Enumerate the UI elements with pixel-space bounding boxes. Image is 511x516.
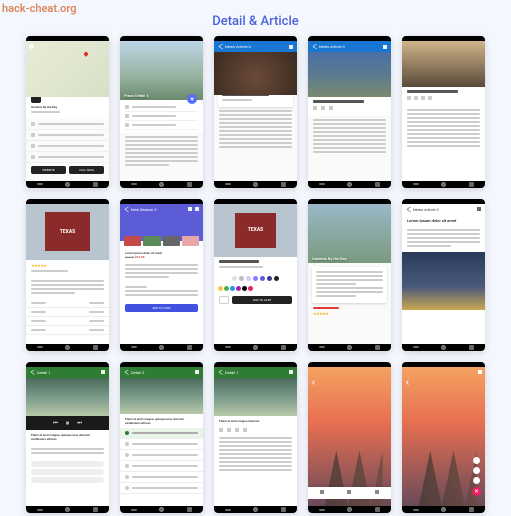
size-dots[interactable] [214,273,297,284]
size-dot[interactable] [246,276,251,281]
more-icon[interactable] [101,370,105,374]
share-icon[interactable] [329,106,333,110]
screen-detail-list[interactable]: Detail 2 Etiam et enim magna, quisque er… [120,362,203,514]
back-icon[interactable] [218,44,223,49]
size-dot[interactable] [260,276,265,281]
back-icon[interactable] [30,370,35,375]
back-icon[interactable] [124,207,129,212]
screen-article-cafe[interactable] [402,36,485,188]
screen-image-fabs[interactable]: ✕ [402,362,485,514]
qty-button[interactable] [219,296,229,304]
screen-article-split[interactable]: News Article 2 Lorem ipsum dolor sit ame… [402,199,485,351]
more-icon[interactable] [477,207,481,211]
size-dot[interactable] [239,276,244,281]
more-icon[interactable] [195,370,199,374]
player-controls[interactable]: ⏮⏸⏭ [26,416,109,430]
comment-icon[interactable] [321,106,325,110]
hero-caption: Place Detail 4 [124,93,149,98]
headline: Lorem ipsum dolor sit amet [407,218,480,224]
hero-caption: Gardens By the Bay [312,256,347,261]
back-icon[interactable] [124,370,129,375]
color-chip[interactable] [230,286,235,291]
add-to-cart-button[interactable]: ADD TO CART [125,304,198,312]
fab-action[interactable] [473,467,480,474]
back-icon[interactable] [29,44,34,49]
screen-product-purple[interactable]: New Season 2 Lorem ipsum dolor sit amet … [120,199,203,351]
heart-icon[interactable] [188,207,192,211]
add-to-cart-button[interactable]: ADD TO CART [232,296,292,304]
screen-place-card[interactable]: Gardens By the Bay ★★★★★ [308,199,391,351]
rating-stars: ★★★★★ [31,263,104,268]
size-dot[interactable] [267,276,272,281]
back-icon[interactable] [218,370,223,375]
appbar: News Article 4 [214,41,297,52]
watermark-text: hack-cheat.org [2,2,77,15]
color-chip[interactable] [248,286,253,291]
nav-item[interactable]: • [320,490,324,497]
article-headline: Etiam et enim magna, quisque eros doloru… [31,433,104,441]
fab-action[interactable] [473,477,480,484]
heart-icon[interactable] [313,106,317,110]
screen-image-bottombar[interactable]: • • • [308,362,391,514]
screen-place-map[interactable]: Gardens By the Bay WEBSITE CALL NOW [26,36,109,188]
screen-detail-player[interactable]: Detail 1 ⏮⏸⏭ Etiam et enim magna, quisqu… [26,362,109,514]
back-icon[interactable] [311,370,316,375]
back-icon[interactable] [312,44,317,49]
appbar: News Article 2 [402,204,485,215]
nav-item[interactable]: • [347,490,351,497]
back-icon[interactable] [405,370,410,375]
screen-article-trees[interactable]: News Article 3 [308,36,391,188]
action-row [313,106,386,110]
page-title: Detail & Article [212,14,298,29]
cart-icon[interactable] [195,207,199,211]
more-icon[interactable] [289,45,293,49]
fab-main[interactable]: ✕ [472,487,481,496]
color-chip[interactable] [218,286,223,291]
fab-action[interactable] [473,457,480,464]
place-title: Gardens By the Bay [31,105,104,109]
call-button[interactable]: CALL NOW [69,166,104,174]
screen-product-texas1[interactable]: TEXAS ★★★★★ [26,199,109,351]
more-icon[interactable] [383,45,387,49]
screen-article-coffee[interactable]: News Article 4 [214,36,297,188]
appbar: News Article 3 [308,41,391,52]
bottom-nav: • • • [308,487,391,499]
screen-detail-stats[interactable]: Detail 1 Etiam et enim magna dolorum [214,362,297,514]
screen-place-trees[interactable]: Place Detail 4 ♥ [120,36,203,188]
more-icon[interactable] [289,370,293,374]
color-chip[interactable] [224,286,229,291]
fab-menu: ✕ [472,457,481,496]
back-icon[interactable] [406,207,411,212]
color-chip[interactable] [242,286,247,291]
more-icon[interactable] [478,370,482,374]
color-chip[interactable] [236,286,241,291]
size-dot[interactable] [274,276,279,281]
website-button[interactable]: WEBSITE [31,166,66,174]
screen-product-texas2[interactable]: TEXAS ADD TO CART [214,199,297,351]
size-dot[interactable] [232,276,237,281]
appbar: Detail 1 [26,367,109,378]
screenshot-grid: Gardens By the Bay WEBSITE CALL NOW Plac… [26,36,485,513]
nav-item[interactable]: • [375,490,379,497]
size-dot[interactable] [253,276,258,281]
color-chips[interactable] [214,284,297,293]
appbar: New Season 2 [120,204,203,215]
